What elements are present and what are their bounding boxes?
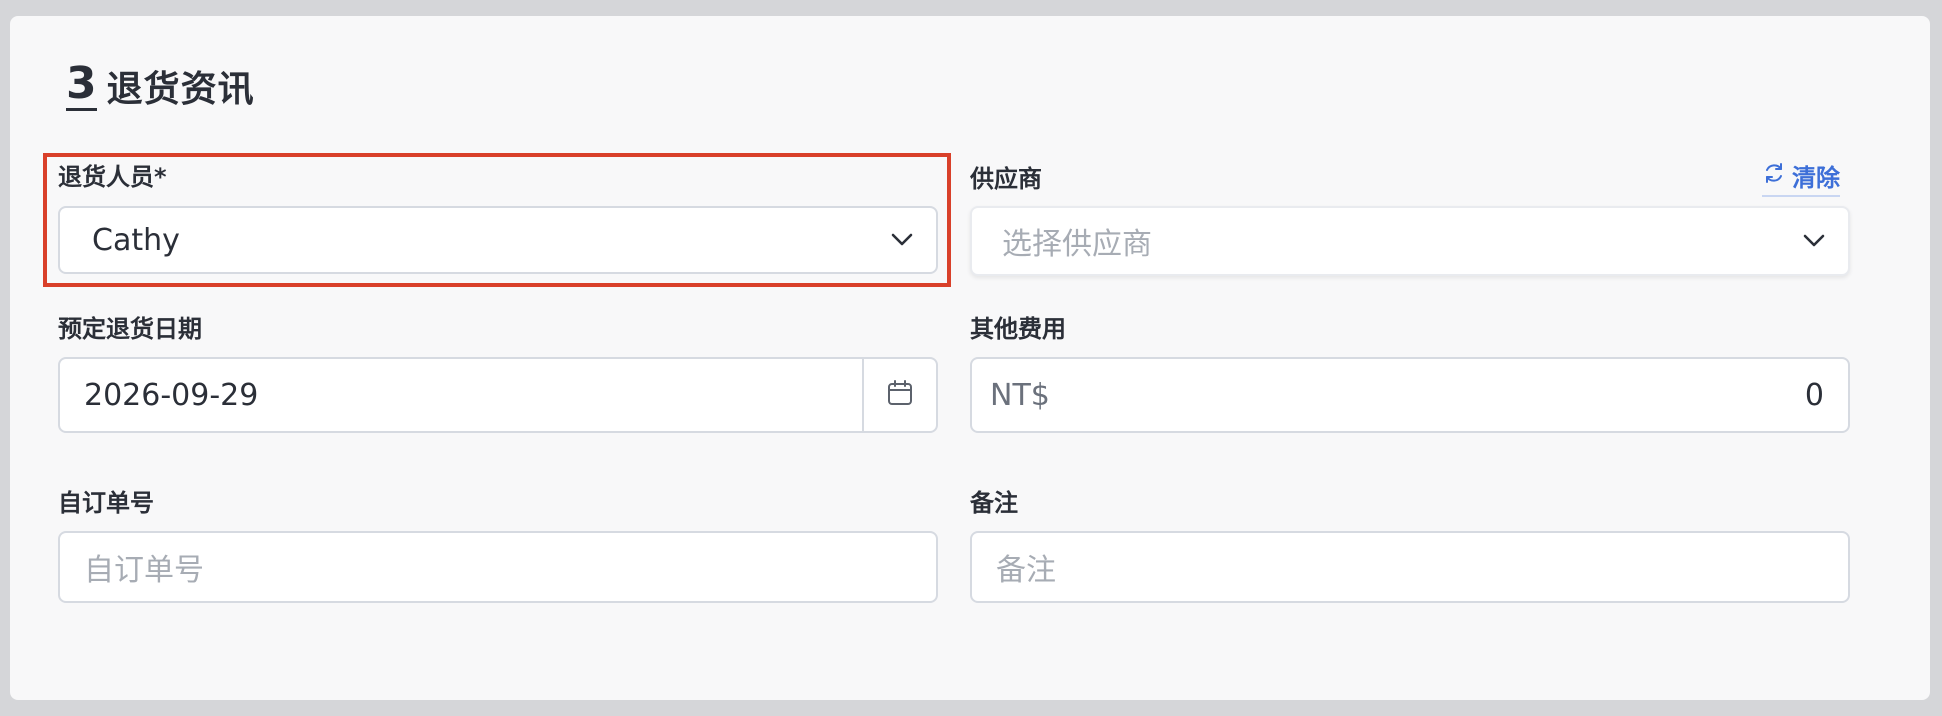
return-date-field[interactable]: 2026-09-29 [58, 357, 938, 433]
note-placeholder: 备注 [996, 553, 1056, 588]
return-date-value: 2026-09-29 [84, 377, 259, 413]
clear-label: 清除 [1792, 164, 1840, 192]
return-date-label: 预定退货日期 [58, 315, 202, 343]
custom-order-input[interactable]: 自订单号 [58, 531, 938, 603]
refresh-icon [1762, 161, 1786, 191]
note-label: 备注 [970, 489, 1018, 517]
supplier-placeholder: 选择供应商 [1002, 227, 1152, 262]
return-person-select[interactable]: Cathy [58, 206, 938, 274]
supplier-label: 供应商 [970, 165, 1042, 193]
currency-prefix: NT$ [990, 377, 1050, 413]
custom-order-label: 自订单号 [58, 489, 154, 517]
return-person-label: 退货人员* [58, 163, 167, 191]
chevron-down-icon [888, 226, 916, 254]
other-fee-value: 0 [1804, 377, 1824, 413]
calendar-button[interactable] [862, 359, 936, 431]
other-fee-field[interactable]: NT$ 0 [970, 357, 1850, 433]
return-person-value: Cathy [92, 222, 180, 258]
calendar-icon [886, 379, 914, 411]
note-input[interactable]: 备注 [970, 531, 1850, 603]
clear-button[interactable]: 清除 [1762, 158, 1840, 197]
chevron-down-icon [1800, 227, 1828, 255]
section-heading: 3 退货资讯 [66, 56, 255, 116]
supplier-select[interactable]: 选择供应商 [970, 206, 1850, 276]
section-title: 退货资讯 [106, 69, 255, 110]
custom-order-placeholder: 自订单号 [84, 553, 204, 588]
step-number: 3 [66, 57, 97, 111]
other-fee-label: 其他费用 [970, 315, 1066, 343]
